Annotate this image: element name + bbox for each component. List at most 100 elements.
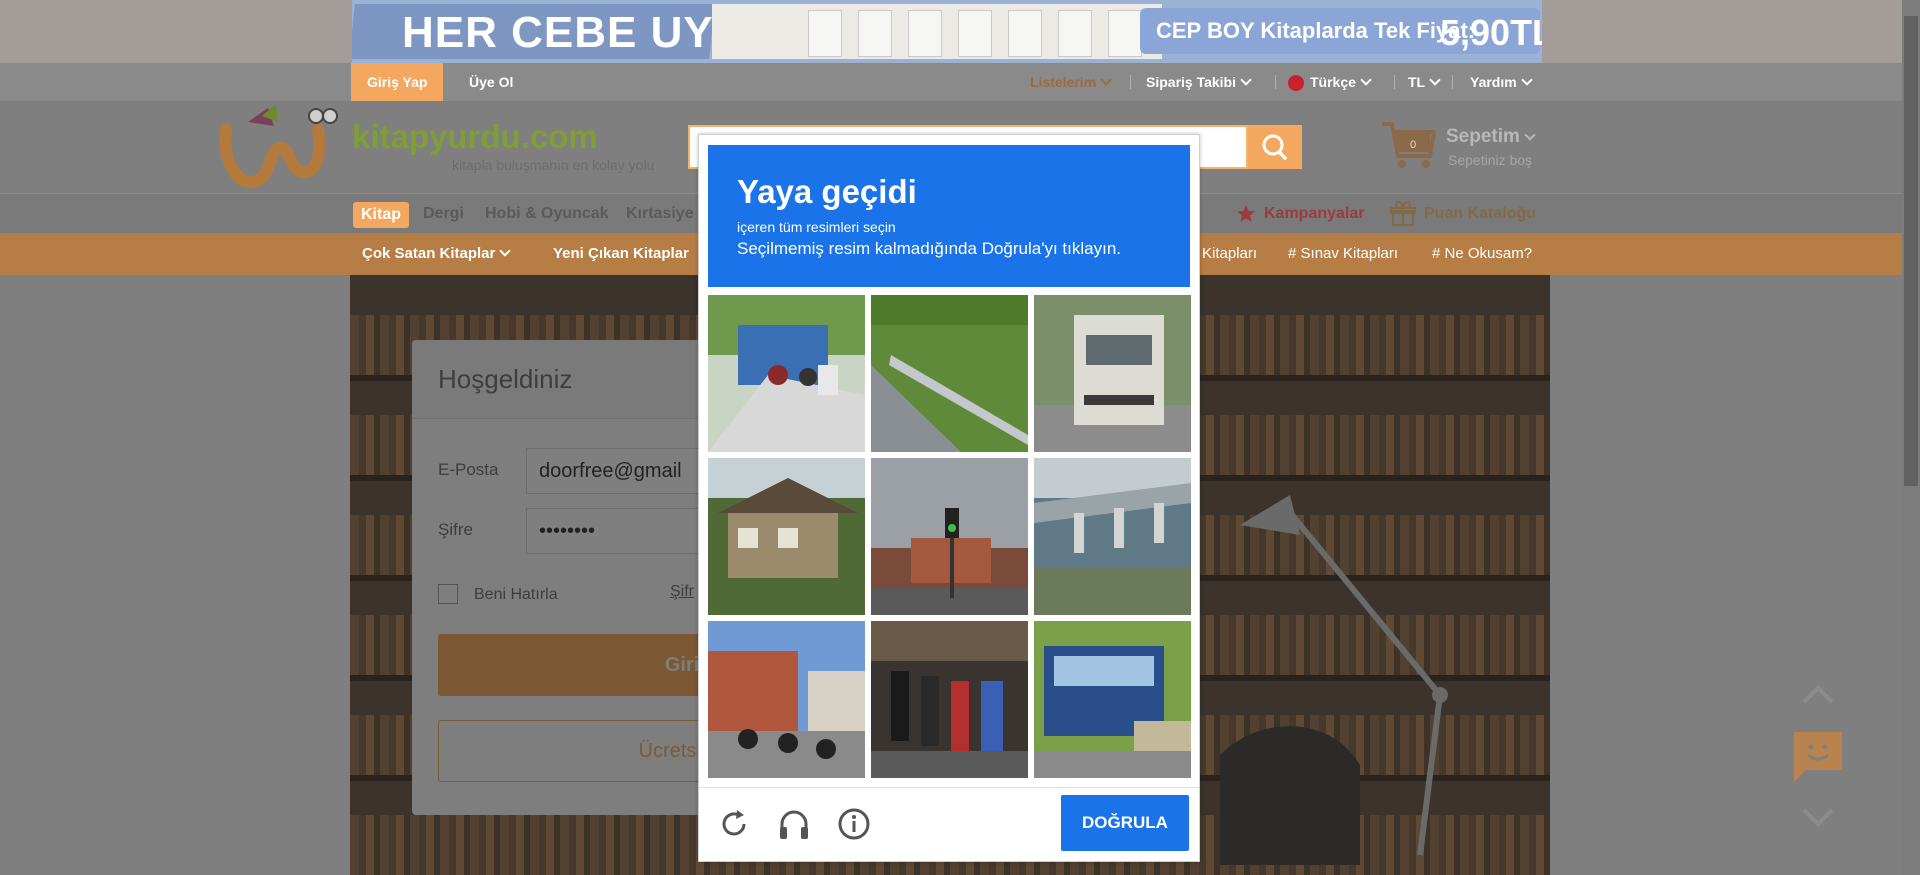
- scroll-down-icon[interactable]: [1800, 806, 1836, 830]
- promo-banner-image[interactable]: HER CEBE UYGUN! CEP BOY Kitaplarda Tek F…: [352, 0, 1542, 63]
- register-link[interactable]: Üye Ol: [453, 63, 529, 101]
- nav-new-releases[interactable]: Yeni Çıkan Kitaplar: [553, 233, 689, 275]
- banner-books-strip: [712, 4, 1162, 59]
- scroll-up-icon[interactable]: [1800, 682, 1836, 706]
- chevron-down-icon: [1240, 74, 1252, 86]
- captcha-hint: Seçilmemiş resim kalmadığında Doğrula'yı…: [737, 239, 1121, 258]
- captcha-tile[interactable]: [708, 621, 865, 778]
- nav-tag-books[interactable]: Kitapları: [1202, 233, 1257, 275]
- reload-icon[interactable]: [717, 807, 751, 841]
- cart-icon[interactable]: 0: [1380, 118, 1436, 170]
- chevron-down-icon: [1429, 74, 1441, 86]
- banner-price-pill: CEP BOY Kitaplarda Tek Fiyat: 5,90TL: [1140, 8, 1542, 54]
- street-motorbikes-image: [708, 295, 865, 452]
- divider: [1275, 75, 1276, 89]
- chevron-down-icon: [1100, 74, 1112, 86]
- book-thumbnail: [958, 10, 992, 57]
- category-stationery[interactable]: Kırtasiye: [626, 194, 694, 234]
- points-catalog-link[interactable]: Puan Kataloğu: [1390, 194, 1536, 234]
- divider: [1394, 75, 1395, 89]
- nav-best-sellers[interactable]: Çok Satan Kitaplar: [362, 233, 512, 275]
- captcha-tile[interactable]: [1034, 295, 1191, 452]
- road-guardrail-image: [871, 295, 1028, 452]
- captcha-footer-divider: [699, 787, 1199, 788]
- help-label: Yardım: [1470, 74, 1517, 90]
- search-button[interactable]: [1248, 125, 1302, 169]
- chevron-down-icon: [1521, 74, 1533, 86]
- login-link[interactable]: Giriş Yap: [351, 63, 444, 101]
- search-icon: [1262, 134, 1287, 160]
- book-thumbnail: [1108, 10, 1142, 57]
- chat-icon[interactable]: [1792, 730, 1844, 782]
- nav-best-sellers-label: Çok Satan Kitaplar: [362, 245, 496, 262]
- currency-menu[interactable]: TL: [1408, 63, 1441, 101]
- chevron-down-icon: [499, 245, 512, 257]
- book-thumbnail: [808, 10, 842, 57]
- category-books[interactable]: Kitap: [353, 202, 409, 228]
- language-label: Türkçe: [1310, 74, 1356, 90]
- logo-text[interactable]: kitapyurdu.com: [352, 118, 598, 156]
- captcha-tile[interactable]: [1034, 458, 1191, 615]
- traffic-light-image: [871, 458, 1028, 615]
- order-tracking-label: Sipariş Takibi: [1146, 74, 1236, 90]
- forgot-password-link[interactable]: Şifr: [670, 583, 694, 601]
- campaigns-label: Kampanyalar: [1264, 205, 1365, 222]
- house-trees-image: [708, 458, 865, 615]
- captcha-tile[interactable]: [871, 295, 1028, 452]
- remember-me-label[interactable]: Beni Hatırla: [474, 586, 558, 604]
- remember-me-checkbox[interactable]: [438, 584, 458, 604]
- star-icon: [1237, 204, 1255, 222]
- info-icon[interactable]: [837, 807, 871, 841]
- book-thumbnail: [858, 10, 892, 57]
- book-thumbnail: [908, 10, 942, 57]
- chevron-down-icon: [1524, 129, 1536, 141]
- email-label: E-Posta: [438, 460, 499, 479]
- scrollbar-thumb[interactable]: [1904, 16, 1918, 486]
- banner-promo-label: CEP BOY Kitaplarda Tek Fiyat:: [1156, 18, 1476, 43]
- captcha-tile[interactable]: [871, 621, 1028, 778]
- parked-motorbikes-image: [708, 621, 865, 778]
- nav-tag-exam-label: Sınav Kitapları: [1300, 245, 1399, 262]
- category-hobby-toys[interactable]: Hobi & Oyuncak: [485, 194, 609, 234]
- captcha-header: Yaya geçidi içeren tüm resimleri seçin S…: [708, 145, 1190, 287]
- currency-label: TL: [1408, 74, 1426, 90]
- cart-count: 0: [1410, 139, 1416, 151]
- captcha-instruction: içeren tüm resimleri seçin: [737, 219, 896, 235]
- cart-title[interactable]: Sepetim: [1446, 126, 1536, 148]
- lists-menu[interactable]: Listelerim: [1030, 63, 1112, 101]
- help-menu[interactable]: Yardım: [1470, 63, 1533, 101]
- divider: [1452, 75, 1453, 89]
- captcha-tile[interactable]: [708, 458, 865, 615]
- captcha-image-grid: [708, 295, 1192, 779]
- captcha-tile[interactable]: [708, 295, 865, 452]
- logo-tagline: kitapla buluşmanın en kolay yolu: [452, 157, 655, 173]
- banner-promo-price: 5,90TL: [1440, 12, 1542, 53]
- captcha-tile[interactable]: [871, 458, 1028, 615]
- captcha-tile[interactable]: [1034, 621, 1191, 778]
- category-magazines[interactable]: Dergi: [423, 194, 464, 234]
- book-thumbnail: [1058, 10, 1092, 57]
- lists-label: Listelerim: [1030, 74, 1097, 90]
- divider: [1130, 75, 1131, 89]
- order-tracking-menu[interactable]: Sipariş Takibi: [1146, 63, 1252, 101]
- verify-button[interactable]: DOĞRULA: [1061, 795, 1189, 851]
- promo-banner[interactable]: HER CEBE UYGUN! CEP BOY Kitaplarda Tek F…: [0, 0, 1920, 63]
- captcha-dialog: Yaya geçidi içeren tüm resimleri seçin S…: [698, 134, 1200, 862]
- bus-image: [1034, 621, 1191, 778]
- nav-tag-what-to-read[interactable]: # Ne Okusam?: [1432, 233, 1532, 275]
- gift-icon: [1390, 200, 1416, 226]
- top-user-bar: Giriş Yap Üye Ol Listelerim Sipariş Taki…: [0, 63, 1920, 101]
- nav-tag-exam-books[interactable]: # Sınav Kitapları: [1288, 233, 1398, 275]
- audio-icon[interactable]: [777, 807, 811, 841]
- book-thumbnail: [1008, 10, 1042, 57]
- hash-icon: #: [1432, 245, 1445, 262]
- language-menu[interactable]: Türkçe: [1288, 63, 1372, 101]
- lamp-illustration: [1220, 495, 1448, 865]
- hash-icon: #: [1288, 245, 1301, 262]
- password-label: Şifre: [438, 520, 473, 539]
- login-title: Hoşgeldiniz: [438, 364, 573, 394]
- campaigns-link[interactable]: Kampanyalar: [1236, 194, 1365, 234]
- snail-logo-icon[interactable]: [218, 100, 338, 194]
- chevron-down-icon: [1360, 74, 1372, 86]
- cart-status: Sepetiniz boş: [1448, 152, 1533, 168]
